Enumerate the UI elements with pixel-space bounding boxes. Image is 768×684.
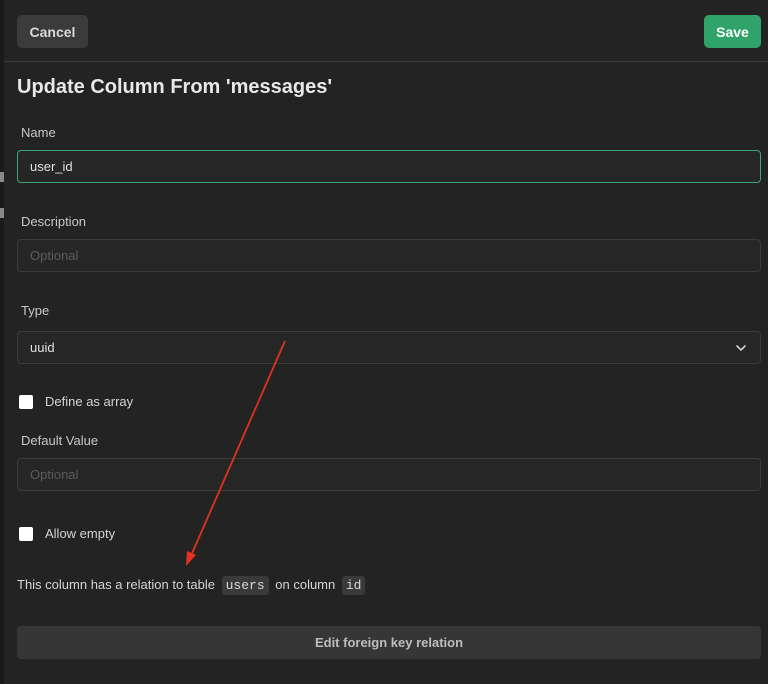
panel-toolbar: Cancel Save xyxy=(4,0,768,62)
panel-title: Update Column From 'messages' xyxy=(17,76,333,98)
cancel-button[interactable]: Cancel xyxy=(17,15,88,48)
side-panel: Cancel Save Update Column From 'messages… xyxy=(4,0,768,684)
define-array-label: Define as array xyxy=(45,394,134,409)
relation-info: This column has a relation to table user… xyxy=(17,574,368,597)
type-select[interactable]: uuid xyxy=(17,331,761,364)
name-input[interactable]: user_id xyxy=(17,150,761,183)
save-button[interactable]: Save xyxy=(704,15,761,48)
define-array-checkbox[interactable] xyxy=(19,395,33,409)
name-input-value: user_id xyxy=(30,159,73,174)
relation-column-code: id xyxy=(341,576,366,595)
name-label: Name xyxy=(21,125,56,140)
type-label: Type xyxy=(21,303,50,318)
edit-foreign-key-button[interactable]: Edit foreign key relation xyxy=(17,626,761,659)
relation-table-code: users xyxy=(221,576,269,595)
relation-prefix: This column has a relation to table xyxy=(17,577,215,592)
allow-empty-checkbox[interactable] xyxy=(19,527,33,541)
description-placeholder: Optional xyxy=(30,248,79,263)
chevron-down-icon xyxy=(736,345,746,351)
type-select-value: uuid xyxy=(30,340,55,355)
relation-middle: on column xyxy=(275,577,336,592)
default-value-input[interactable]: Optional xyxy=(17,458,761,491)
default-value-label: Default Value xyxy=(21,433,99,448)
allow-empty-label: Allow empty xyxy=(45,526,116,541)
default-value-placeholder: Optional xyxy=(30,467,79,482)
description-input[interactable]: Optional xyxy=(17,239,761,272)
description-label: Description xyxy=(21,214,87,229)
